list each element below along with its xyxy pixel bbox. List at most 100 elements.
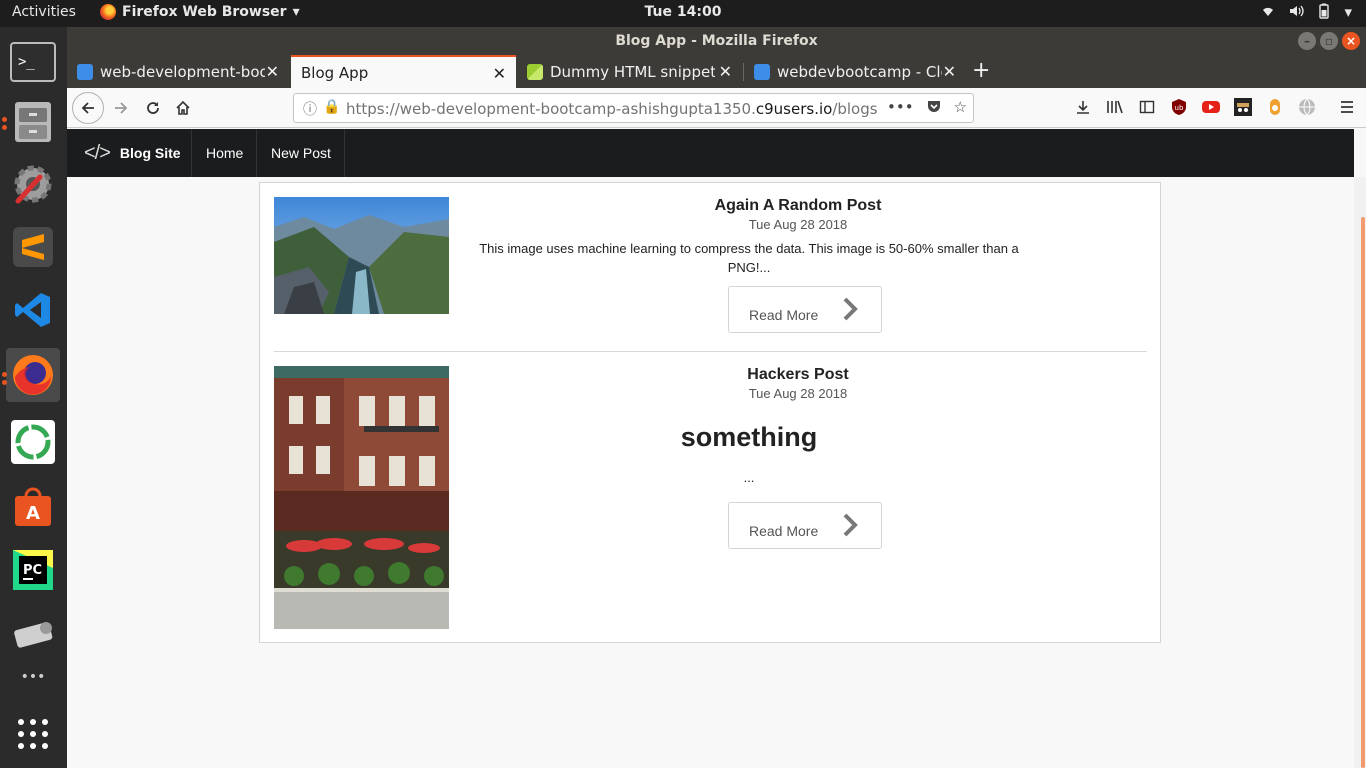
firefox-launcher[interactable] — [6, 348, 60, 402]
close-icon[interactable]: ✕ — [266, 62, 279, 81]
files-launcher[interactable] — [6, 95, 60, 149]
scanner-icon — [14, 622, 53, 648]
post-image[interactable] — [274, 197, 449, 314]
tab-web-development-bootcamp[interactable]: web-development-bootcamp ✕ — [67, 55, 289, 88]
svg-text:A: A — [26, 503, 40, 524]
tab-label: webdevbootcamp - Cloud9 — [777, 62, 942, 81]
post-content-heading: something — [680, 422, 818, 452]
sublime-text-icon — [13, 227, 53, 267]
system-tray[interactable]: ▾ — [1260, 3, 1352, 23]
app-grid-icon — [18, 719, 48, 749]
page-actions-icon[interactable]: ••• — [887, 98, 914, 118]
tab-dummy-html-snippets[interactable]: Dummy HTML snippets for ✕ — [517, 55, 742, 88]
site-navbar: </> Blog Site Home New Post — [67, 129, 1354, 177]
software-center-launcher[interactable]: A — [6, 479, 60, 533]
post-image[interactable] — [274, 366, 449, 629]
nav-new-post-link[interactable]: New Post — [258, 129, 345, 177]
shopping-bag-icon: A — [15, 487, 51, 526]
dark-reader-icon[interactable] — [1234, 98, 1252, 116]
window-titlebar[interactable]: Blog App - Mozilla Firefox – ▫ × — [67, 27, 1366, 55]
read-more-label: Read More — [749, 523, 819, 539]
running-indicator — [2, 380, 7, 385]
post-title[interactable]: Again A Random Post — [449, 197, 1147, 215]
svg-text:PC: PC — [23, 563, 42, 578]
ring-app-icon — [11, 420, 55, 464]
show-applications-button[interactable] — [6, 707, 60, 761]
post-date: Tue Aug 28 2018 — [748, 217, 848, 232]
url-bar[interactable]: ⓘ 🔒 https://web-development-bootcamp-ash… — [293, 93, 974, 123]
scrollbar-thumb[interactable] — [1361, 217, 1365, 768]
scanner-launcher[interactable] — [6, 607, 60, 661]
reload-button[interactable] — [139, 94, 167, 122]
cloud9-icon — [754, 63, 770, 80]
sublime-text-launcher[interactable] — [6, 220, 60, 274]
ublock-origin-icon[interactable]: ub — [1170, 98, 1188, 116]
gear-icon — [14, 165, 52, 204]
svg-text:>_: >_ — [18, 54, 35, 70]
post-date: Tue Aug 28 2018 — [748, 386, 848, 401]
downloads-icon[interactable] — [1074, 98, 1092, 116]
site-brand[interactable]: </> Blog Site — [82, 129, 192, 177]
wifi-icon — [1260, 3, 1276, 23]
page-viewport: </> Blog Site Home New Post Again A Rand… — [67, 129, 1366, 768]
firefox-window: Blog App - Mozilla Firefox – ▫ × web-dev… — [67, 27, 1366, 768]
home-button[interactable] — [169, 94, 197, 122]
post-content-ellipsis: ... — [743, 470, 755, 485]
info-icon[interactable]: ⓘ — [303, 99, 317, 119]
lock-warning-icon[interactable]: 🔒 — [323, 99, 340, 119]
read-more-label: Read More — [749, 307, 819, 323]
cloud9-icon — [77, 63, 93, 80]
nav-home-link[interactable]: Home — [193, 129, 258, 177]
posts-container: Again A Random Post Tue Aug 28 2018 This… — [259, 182, 1161, 643]
new-tab-button[interactable]: + — [972, 58, 990, 83]
forward-button[interactable] — [107, 94, 135, 122]
close-icon[interactable]: ✕ — [493, 64, 506, 83]
file-cabinet-icon — [15, 102, 51, 142]
library-icon[interactable] — [1106, 98, 1124, 116]
post-item: Hackers Post Tue Aug 28 2018 something .… — [274, 366, 1147, 630]
close-icon[interactable]: ✕ — [943, 62, 956, 81]
read-more-button[interactable]: Read More — [728, 502, 882, 549]
url-path: /blogs — [832, 100, 878, 118]
maximize-button[interactable]: ▫ — [1320, 32, 1338, 50]
settings-launcher[interactable] — [6, 157, 60, 211]
pocket-icon[interactable] — [926, 98, 942, 118]
running-indicator — [2, 125, 7, 130]
ellipsis-icon: ••• — [20, 669, 46, 685]
dock: >_ A PC ••• — [0, 27, 67, 768]
firefox-icon — [13, 355, 53, 395]
hamburger-menu-icon[interactable] — [1338, 98, 1356, 116]
extension-orange-icon[interactable] — [1266, 98, 1284, 116]
svg-text:ub: ub — [1175, 104, 1184, 112]
sidebar-icon[interactable] — [1138, 98, 1156, 116]
clock[interactable]: Tue 14:00 — [0, 4, 1366, 20]
youtube-extension-icon[interactable] — [1202, 98, 1220, 116]
top-panel: Activities Firefox Web Browser ▾ Tue 14:… — [0, 0, 1366, 27]
home-icon — [176, 100, 190, 115]
back-button[interactable] — [72, 92, 104, 124]
dock-more[interactable]: ••• — [6, 667, 60, 687]
arrow-left-icon — [81, 102, 94, 114]
page-scrollbar[interactable] — [1354, 177, 1366, 768]
gitkraken-launcher[interactable] — [6, 415, 60, 469]
navigation-toolbar: ⓘ 🔒 https://web-development-bootcamp-ash… — [67, 88, 1366, 128]
close-icon[interactable]: ✕ — [719, 62, 732, 81]
tab-blog-app[interactable]: Blog App ✕ — [291, 55, 516, 88]
close-window-button[interactable]: × — [1342, 32, 1360, 50]
tab-webdevbootcamp-cloud9[interactable]: webdevbootcamp - Cloud9 ✕ — [744, 55, 966, 88]
chevron-down-icon: ▾ — [1344, 3, 1352, 21]
pycharm-launcher[interactable]: PC — [6, 543, 60, 597]
bookmark-star-icon[interactable]: ☆ — [954, 98, 967, 118]
read-more-button[interactable]: Read More — [728, 286, 882, 333]
vscode-launcher[interactable] — [6, 283, 60, 337]
pycharm-icon: PC — [13, 550, 53, 590]
minimize-button[interactable]: – — [1298, 32, 1316, 50]
post-title[interactable]: Hackers Post — [449, 366, 1147, 384]
arrow-right-icon — [115, 102, 128, 114]
battery-icon — [1316, 3, 1332, 23]
globe-icon[interactable] — [1298, 98, 1316, 116]
terminal-launcher[interactable]: >_ — [6, 35, 60, 89]
tab-label: Blog App — [301, 63, 369, 82]
post-excerpt: This image uses machine learning to comp… — [479, 241, 1019, 275]
volume-icon — [1288, 3, 1305, 23]
